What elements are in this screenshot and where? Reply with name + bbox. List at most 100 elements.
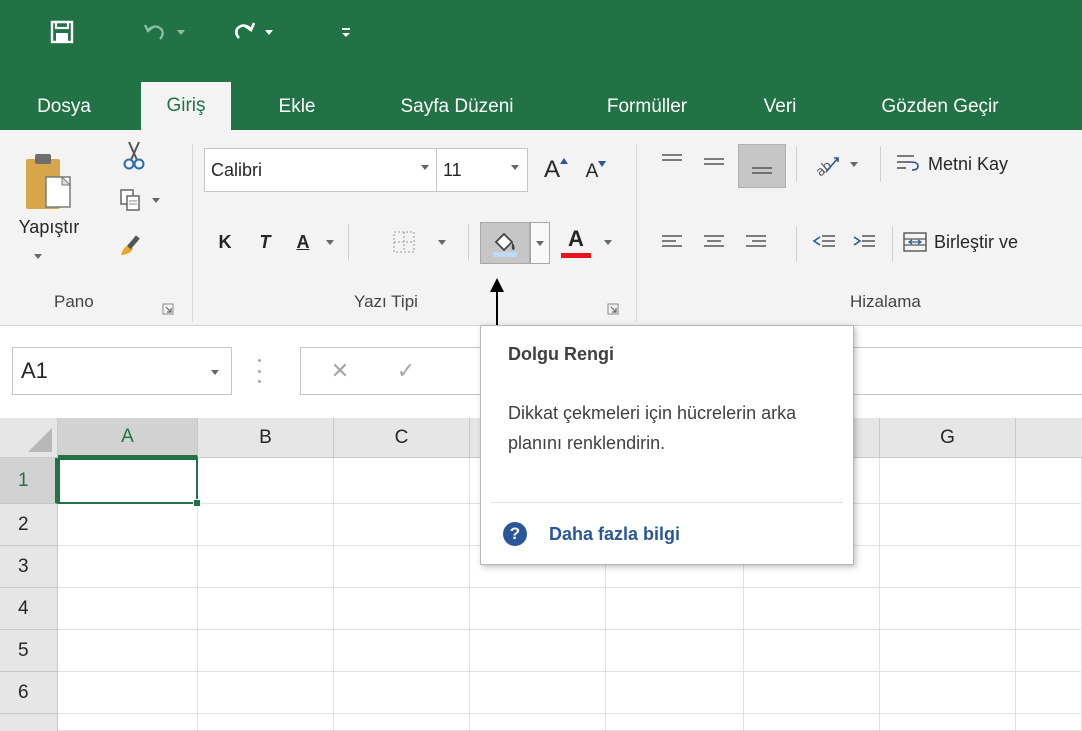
redo-button[interactable]: [230, 14, 260, 50]
grid-cell[interactable]: [1016, 588, 1082, 630]
undo-button[interactable]: [140, 14, 170, 50]
grid-cell[interactable]: [58, 714, 198, 731]
column-header-b[interactable]: B: [198, 418, 334, 458]
align-top-button[interactable]: [654, 142, 690, 182]
cut-button[interactable]: [110, 136, 158, 174]
grid-cell[interactable]: [880, 630, 1016, 672]
borders-button[interactable]: [386, 224, 422, 260]
bold-button[interactable]: K: [210, 222, 240, 262]
shrink-font-button[interactable]: A: [578, 156, 614, 188]
select-all-button[interactable]: [0, 418, 58, 458]
grid-cell[interactable]: [198, 630, 334, 672]
copy-dropdown[interactable]: [148, 192, 164, 208]
row-header-4[interactable]: 4: [0, 588, 58, 630]
italic-button[interactable]: T: [250, 222, 280, 262]
grid-cell[interactable]: [58, 672, 198, 714]
grid-cell[interactable]: [470, 630, 606, 672]
tab-formulas[interactable]: Formüller: [582, 84, 712, 130]
redo-dropdown[interactable]: [262, 14, 276, 50]
grid-cell[interactable]: [58, 504, 198, 546]
borders-dropdown[interactable]: [432, 234, 452, 250]
grid-cell[interactable]: [334, 504, 470, 546]
grid-cell[interactable]: [880, 504, 1016, 546]
grid-cell[interactable]: [880, 672, 1016, 714]
fill-color-button[interactable]: [480, 222, 530, 264]
undo-dropdown[interactable]: [174, 14, 188, 50]
grid-cell[interactable]: [334, 458, 470, 504]
grid-cell[interactable]: [880, 714, 1016, 731]
cancel-icon[interactable]: ✕: [325, 356, 355, 386]
grid-cell[interactable]: [334, 630, 470, 672]
grid-cell[interactable]: [1016, 504, 1082, 546]
row-header-2[interactable]: 2: [0, 504, 58, 546]
font-color-dropdown[interactable]: [598, 234, 618, 250]
grid-cell[interactable]: [1016, 546, 1082, 588]
merge-center-button[interactable]: Birleştir ve: [898, 224, 1082, 260]
grid-cell[interactable]: [606, 714, 744, 731]
grid-cell[interactable]: [606, 630, 744, 672]
font-color-button[interactable]: A: [556, 222, 596, 264]
tab-data[interactable]: Veri: [745, 84, 815, 130]
tooltip-help-link[interactable]: ? Daha fazla bilgi: [503, 522, 680, 546]
grid-cell[interactable]: [334, 672, 470, 714]
font-launcher[interactable]: [607, 300, 619, 315]
tab-home[interactable]: Giriş: [141, 82, 231, 130]
row-header-1[interactable]: 1: [0, 458, 58, 504]
active-cell[interactable]: [58, 458, 198, 504]
row-header-5[interactable]: 5: [0, 630, 58, 672]
orientation-dropdown[interactable]: [846, 156, 862, 172]
grid-cell[interactable]: [880, 458, 1016, 504]
tab-page-layout[interactable]: Sayfa Düzeni: [372, 84, 542, 130]
grid-cell[interactable]: [198, 588, 334, 630]
grid-cell[interactable]: [58, 630, 198, 672]
align-bottom-button[interactable]: [738, 144, 786, 188]
format-painter-button[interactable]: [108, 224, 152, 264]
font-size-combo[interactable]: 11: [436, 148, 528, 192]
grid-cell[interactable]: [58, 588, 198, 630]
column-header-a[interactable]: A: [58, 418, 198, 458]
grid-cell[interactable]: [744, 630, 880, 672]
column-header-h[interactable]: [1016, 418, 1082, 458]
grid-cell[interactable]: [880, 588, 1016, 630]
grid-cell[interactable]: [880, 546, 1016, 588]
grid-cell[interactable]: [198, 504, 334, 546]
font-name-combo[interactable]: Calibri: [204, 148, 438, 192]
grid-cell[interactable]: [744, 588, 880, 630]
grid-cell[interactable]: [606, 588, 744, 630]
clipboard-launcher[interactable]: [162, 300, 174, 315]
align-left-button[interactable]: [654, 224, 690, 260]
fill-handle[interactable]: [193, 499, 201, 507]
align-middle-button[interactable]: [696, 142, 732, 182]
grid-cell[interactable]: [198, 458, 334, 504]
name-box[interactable]: A1: [12, 347, 232, 395]
grid-cell[interactable]: [58, 546, 198, 588]
grid-cell[interactable]: [1016, 714, 1082, 731]
grid-cell[interactable]: [334, 588, 470, 630]
align-center-button[interactable]: [696, 224, 732, 260]
grid-cell[interactable]: [470, 672, 606, 714]
increase-indent-button[interactable]: [846, 224, 882, 260]
grid-cell[interactable]: [606, 672, 744, 714]
tab-review[interactable]: Gözden Geçir: [855, 84, 1025, 130]
copy-button[interactable]: [106, 180, 154, 220]
underline-button[interactable]: A: [286, 222, 320, 262]
enter-icon[interactable]: ✓: [391, 356, 421, 386]
column-header-g[interactable]: G: [880, 418, 1016, 458]
wrap-text-button[interactable]: Metni Kay: [890, 146, 1082, 182]
align-right-button[interactable]: [738, 224, 774, 260]
row-header-6[interactable]: 6: [0, 672, 58, 714]
grid-cell[interactable]: [1016, 672, 1082, 714]
grid-cell[interactable]: [1016, 458, 1082, 504]
grow-font-button[interactable]: A: [538, 152, 574, 188]
customize-qat-button[interactable]: [334, 14, 358, 50]
column-header-c[interactable]: C: [334, 418, 470, 458]
underline-dropdown[interactable]: [320, 234, 340, 250]
tab-insert[interactable]: Ekle: [262, 84, 332, 130]
grid-cell[interactable]: [334, 714, 470, 731]
orientation-button[interactable]: ab: [806, 144, 846, 184]
grid-cell[interactable]: [744, 672, 880, 714]
decrease-indent-button[interactable]: [806, 224, 842, 260]
grid-cell[interactable]: [470, 588, 606, 630]
grid-cell[interactable]: [470, 714, 606, 731]
row-header-3[interactable]: 3: [0, 546, 58, 588]
